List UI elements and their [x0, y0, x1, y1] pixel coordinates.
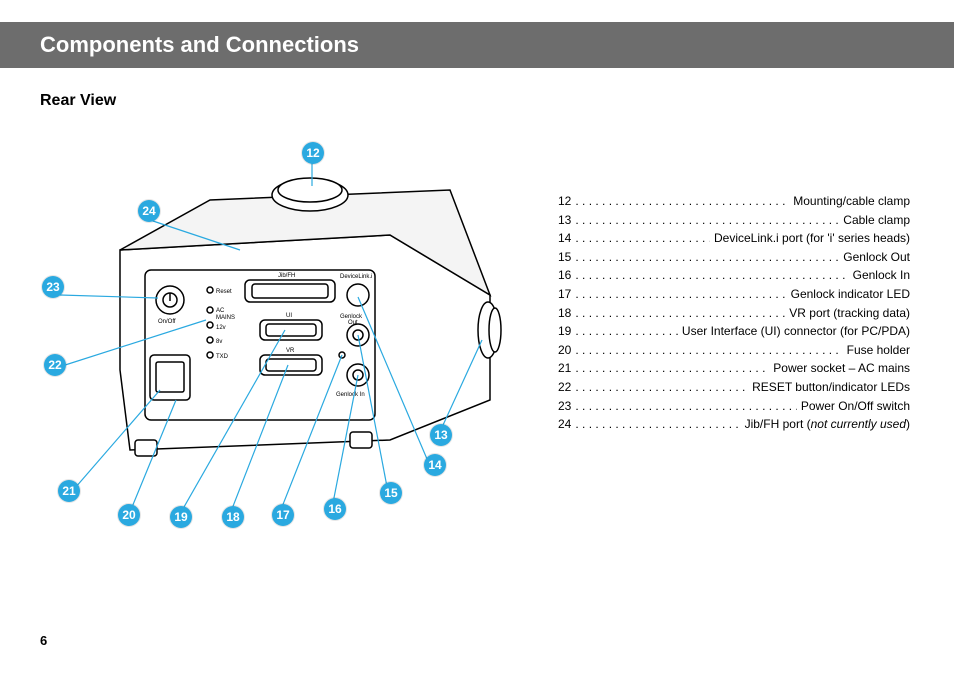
legend-description: Power On/Off switch	[801, 397, 910, 416]
legend-description: VR port (tracking data)	[789, 304, 910, 323]
callout-21: 21	[58, 480, 80, 502]
callout-17: 17	[272, 504, 294, 526]
label-reset: Reset	[216, 289, 232, 295]
legend-number: 12	[558, 192, 571, 211]
label-jibfh: Jib/FH	[278, 273, 295, 279]
legend-row: 23 Power On/Off switch	[558, 397, 910, 416]
legend-description: Fuse holder	[847, 341, 910, 360]
label-12v: 12v	[216, 325, 226, 331]
legend-row: 24 Jib/FH port (not currently used)	[558, 415, 910, 434]
legend-number: 14	[558, 229, 571, 248]
rear-view-diagram: On/Off Reset AC MAINS 12v 8v TXD Jib/FH …	[30, 140, 550, 560]
legend-number: 20	[558, 341, 571, 360]
section-subtitle: Rear View	[40, 92, 116, 110]
manual-page: Components and Connections Rear View	[0, 0, 954, 674]
legend-row: 17 Genlock indicator LED	[558, 285, 910, 304]
legend-leader-dots	[575, 229, 710, 248]
legend-description: Mounting/cable clamp	[793, 192, 910, 211]
page-title: Components and Connections	[40, 32, 359, 58]
callout-18: 18	[222, 506, 244, 528]
callout-14: 14	[424, 454, 446, 476]
legend-description: User Interface (UI) connector (for PC/PD…	[682, 322, 910, 341]
legend-number: 19	[558, 322, 571, 341]
page-title-bar: Components and Connections	[0, 22, 954, 68]
callout-16: 16	[324, 498, 346, 520]
legend-list: 12 Mounting/cable clamp13 Cable clamp14 …	[558, 192, 910, 434]
legend-leader-dots	[575, 304, 785, 323]
legend-row: 20 Fuse holder	[558, 341, 910, 360]
label-8v: 8v	[216, 339, 222, 345]
legend-row: 16 Genlock In	[558, 266, 910, 285]
legend-number: 21	[558, 359, 571, 378]
legend-description: RESET button/indicator LEDs	[752, 378, 910, 397]
callout-12: 12	[302, 142, 324, 164]
legend-description: Genlock In	[853, 266, 910, 285]
legend-leader-dots	[575, 359, 769, 378]
legend-leader-dots	[575, 266, 848, 285]
legend-number: 23	[558, 397, 571, 416]
legend-description: Jib/FH port (not currently used)	[745, 415, 910, 434]
legend-row: 22 RESET button/indicator LEDs	[558, 378, 910, 397]
label-onoff: On/Off	[158, 319, 176, 325]
legend-number: 18	[558, 304, 571, 323]
callout-19: 19	[170, 506, 192, 528]
legend-number: 17	[558, 285, 571, 304]
legend-leader-dots	[575, 285, 786, 304]
legend-row: 15 Genlock Out	[558, 248, 910, 267]
legend-leader-dots	[575, 341, 842, 360]
legend-row: 14 DeviceLink.i port (for 'i' series hea…	[558, 229, 910, 248]
legend-number: 15	[558, 248, 571, 267]
callout-13: 13	[430, 424, 452, 446]
callout-15: 15	[380, 482, 402, 504]
device-illustration: On/Off Reset AC MAINS 12v 8v TXD Jib/FH …	[30, 140, 550, 560]
legend-description: Genlock Out	[843, 248, 910, 267]
legend-number: 22	[558, 378, 571, 397]
legend-row: 13 Cable clamp	[558, 211, 910, 230]
legend-leader-dots	[575, 322, 678, 341]
page-number: 6	[40, 633, 47, 648]
legend-description: Cable clamp	[843, 211, 910, 230]
legend-leader-dots	[575, 378, 748, 397]
label-genlock-in: Genlock In	[336, 392, 365, 398]
legend-leader-dots	[575, 415, 740, 434]
svg-text:Out: Out	[348, 320, 358, 326]
legend-number: 13	[558, 211, 571, 230]
legend-leader-dots	[575, 211, 839, 230]
legend-row: 21 Power socket – AC mains	[558, 359, 910, 378]
legend-leader-dots	[575, 397, 796, 416]
callout-22: 22	[44, 354, 66, 376]
legend-row: 19 User Interface (UI) connector (for PC…	[558, 322, 910, 341]
callout-20: 20	[118, 504, 140, 526]
legend-row: 12 Mounting/cable clamp	[558, 192, 910, 211]
label-txd: TXD	[216, 354, 229, 360]
legend-description: Genlock indicator LED	[791, 285, 910, 304]
legend-leader-dots	[575, 248, 839, 267]
label-devicelink: DeviceLink.i	[340, 274, 372, 280]
legend-row: 18 VR port (tracking data)	[558, 304, 910, 323]
svg-text:AC: AC	[216, 308, 225, 314]
callout-23: 23	[42, 276, 64, 298]
label-ui: UI	[286, 313, 292, 319]
legend-number: 24	[558, 415, 571, 434]
callout-24: 24	[138, 200, 160, 222]
legend-description: Power socket – AC mains	[773, 359, 910, 378]
svg-text:MAINS: MAINS	[216, 315, 235, 321]
legend-description: DeviceLink.i port (for 'i' series heads)	[714, 229, 910, 248]
legend-leader-dots	[575, 192, 789, 211]
label-vr: VR	[286, 348, 295, 354]
legend-number: 16	[558, 266, 571, 285]
